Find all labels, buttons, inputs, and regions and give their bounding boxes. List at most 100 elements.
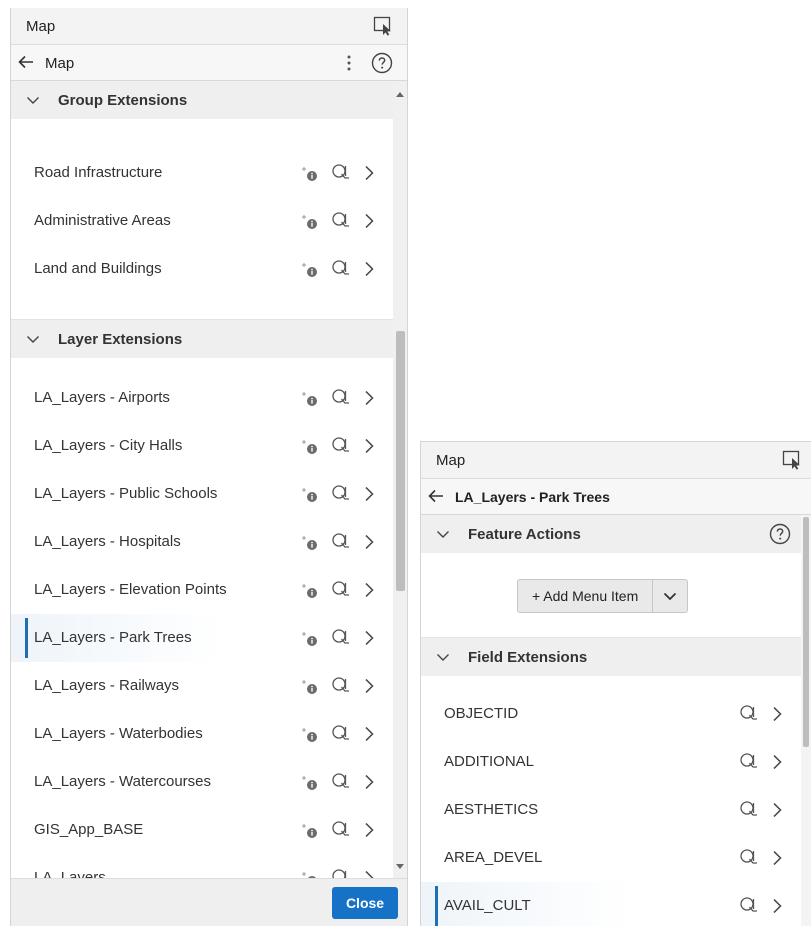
scroll-thumb[interactable] [396, 331, 405, 591]
chevron-right-icon[interactable] [361, 725, 377, 743]
close-button[interactable]: Close [332, 887, 398, 919]
chevron-right-icon[interactable] [769, 801, 785, 819]
query-zoom-icon[interactable] [331, 628, 351, 648]
query-zoom-icon[interactable] [331, 388, 351, 408]
item-label: ADDITIONAL [444, 753, 535, 770]
field-extensions-header[interactable]: Field Extensions [421, 638, 801, 676]
chevron-right-icon[interactable] [769, 849, 785, 867]
field-item-objectid[interactable]: OBJECTID [421, 690, 801, 738]
info-badge-icon[interactable] [301, 724, 321, 744]
item-actions [301, 163, 377, 183]
field-item-area-devel[interactable]: AREA_DEVEL [421, 834, 801, 882]
query-zoom-icon[interactable] [331, 211, 351, 231]
info-badge-icon[interactable] [301, 532, 321, 552]
field-items-list: OBJECTID ADDITIONAL AESTHETICS AREA_DEVEL AV… [421, 690, 801, 926]
scrollbar[interactable] [393, 81, 407, 879]
query-zoom-icon[interactable] [331, 163, 351, 183]
chevron-right-icon[interactable] [361, 260, 377, 278]
layer-extensions-header[interactable]: Layer Extensions [11, 320, 393, 358]
item-label: LA_Layers - Airports [34, 389, 170, 406]
info-badge-icon[interactable] [301, 820, 321, 840]
item-actions [301, 388, 377, 408]
info-badge-icon[interactable] [301, 259, 321, 279]
select-tool-icon[interactable] [373, 16, 393, 36]
scrollbar[interactable] [801, 515, 811, 926]
chevron-right-icon[interactable] [769, 897, 785, 915]
group-item-land-and-buildings[interactable]: Land and Buildings [11, 245, 393, 293]
field-item-aesthetics[interactable]: AESTHETICS [421, 786, 801, 834]
info-badge-icon[interactable] [301, 484, 321, 504]
select-tool-icon[interactable] [782, 450, 802, 470]
chevron-right-icon[interactable] [361, 389, 377, 407]
query-zoom-icon[interactable] [739, 896, 759, 916]
add-menu-item-dropdown[interactable] [653, 580, 687, 612]
info-badge-icon[interactable] [301, 580, 321, 600]
query-zoom-icon[interactable] [739, 752, 759, 772]
layer-item-la-layers-public-schools[interactable]: LA_Layers - Public Schools [11, 470, 393, 518]
query-zoom-icon[interactable] [331, 772, 351, 792]
help-icon[interactable] [769, 523, 791, 545]
layer-item-la-layers-elevation-points[interactable]: LA_Layers - Elevation Points [11, 566, 393, 614]
chevron-right-icon[interactable] [361, 629, 377, 647]
query-zoom-icon[interactable] [331, 532, 351, 552]
chevron-right-icon[interactable] [361, 164, 377, 182]
query-zoom-icon[interactable] [739, 848, 759, 868]
info-badge-icon[interactable] [301, 436, 321, 456]
info-badge-icon[interactable] [301, 388, 321, 408]
chevron-right-icon[interactable] [361, 485, 377, 503]
layer-item-la-layers-watercourses[interactable]: LA_Layers - Watercourses [11, 758, 393, 806]
info-badge-icon[interactable] [301, 163, 321, 183]
item-actions [739, 848, 785, 868]
query-zoom-icon[interactable] [331, 436, 351, 456]
chevron-right-icon[interactable] [769, 705, 785, 723]
query-zoom-icon[interactable] [331, 484, 351, 504]
chevron-right-icon[interactable] [361, 533, 377, 551]
info-badge-icon[interactable] [301, 772, 321, 792]
layer-item-la-layers-railways[interactable]: LA_Layers - Railways [11, 662, 393, 710]
info-badge-icon[interactable] [301, 628, 321, 648]
back-arrow-icon[interactable] [427, 487, 445, 505]
chevron-right-icon[interactable] [769, 753, 785, 771]
chevron-right-icon[interactable] [361, 677, 377, 695]
chevron-right-icon[interactable] [361, 821, 377, 839]
scroll-down-arrow-icon[interactable] [396, 864, 404, 870]
query-zoom-icon[interactable] [331, 724, 351, 744]
extensions-list[interactable]: Group Extensions Road Infrastructure Admi… [11, 81, 393, 879]
item-actions [301, 259, 377, 279]
chevron-down-icon [437, 654, 449, 661]
info-badge-icon[interactable] [301, 676, 321, 696]
add-menu-item-button[interactable]: + Add Menu Item [518, 580, 654, 612]
layer-item-la-layers-airports[interactable]: LA_Layers - Airports [11, 374, 393, 422]
chevron-right-icon[interactable] [361, 437, 377, 455]
group-item-administrative-areas[interactable]: Administrative Areas [11, 197, 393, 245]
scroll-thumb[interactable] [803, 517, 809, 747]
query-zoom-icon[interactable] [739, 800, 759, 820]
field-item-avail-cult[interactable]: AVAIL_CULT [421, 882, 801, 926]
kebab-menu-icon[interactable] [343, 53, 355, 73]
feature-actions-header[interactable]: Feature Actions [421, 515, 801, 553]
chevron-right-icon[interactable] [361, 212, 377, 230]
query-zoom-icon[interactable] [331, 259, 351, 279]
field-item-additional[interactable]: ADDITIONAL [421, 738, 801, 786]
chevron-right-icon[interactable] [361, 773, 377, 791]
scroll-up-arrow-icon[interactable] [396, 91, 404, 97]
item-actions [301, 772, 377, 792]
layer-item-la-layers-waterbodies[interactable]: LA_Layers - Waterbodies [11, 710, 393, 758]
back-arrow-icon[interactable] [17, 53, 35, 71]
query-zoom-icon[interactable] [331, 676, 351, 696]
layer-item-gis-app-base[interactable]: GIS_App_BASE [11, 806, 393, 854]
layer-item-la-layers[interactable]: LA_Layers [11, 854, 393, 879]
info-badge-icon[interactable] [301, 211, 321, 231]
query-zoom-icon[interactable] [739, 704, 759, 724]
chevron-right-icon[interactable] [361, 581, 377, 599]
item-actions [739, 800, 785, 820]
help-icon[interactable] [371, 52, 393, 74]
layer-item-la-layers-park-trees[interactable]: LA_Layers - Park Trees [11, 614, 393, 662]
group-item-road-infrastructure[interactable]: Road Infrastructure [11, 149, 393, 197]
query-zoom-icon[interactable] [331, 820, 351, 840]
query-zoom-icon[interactable] [331, 580, 351, 600]
feature-list[interactable]: Feature Actions + Add Menu Item Field Ex… [421, 515, 801, 926]
group-extensions-header[interactable]: Group Extensions [11, 81, 393, 119]
layer-item-la-layers-hospitals[interactable]: LA_Layers - Hospitals [11, 518, 393, 566]
layer-item-la-layers-city-halls[interactable]: LA_Layers - City Halls [11, 422, 393, 470]
